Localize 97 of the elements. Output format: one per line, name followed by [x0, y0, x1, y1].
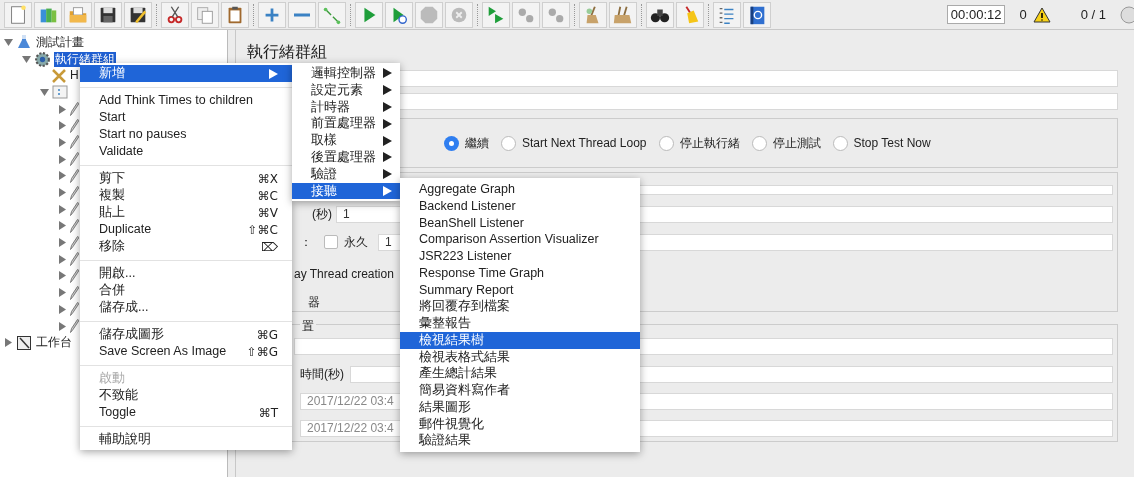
radio-label: 繼續: [465, 135, 489, 152]
radio-button[interactable]: [501, 135, 516, 151]
controller-icon: [52, 84, 68, 101]
menu-item[interactable]: 彙整報告: [400, 315, 640, 332]
panel-title: 執行緒群組: [247, 42, 328, 62]
menu-item[interactable]: 檢視表格式結果: [400, 348, 640, 366]
toolbar-button[interactable]: [743, 1, 771, 28]
delay-thread-creation-label: ay Thread creation: [294, 266, 394, 283]
menu-item[interactable]: 新增: [80, 65, 292, 82]
gear-icon: [34, 50, 51, 68]
scheduler-label: 器: [308, 294, 320, 311]
expand-arrow-icon[interactable]: [58, 304, 67, 314]
menu-item[interactable]: 輔助說明: [80, 431, 292, 448]
expand-arrow-icon[interactable]: [58, 121, 67, 131]
menu-item[interactable]: JSR223 Listener: [400, 248, 640, 265]
radio-button[interactable]: [444, 135, 459, 151]
expand-arrow-icon[interactable]: [58, 204, 67, 214]
checkbox-label: 永久: [344, 234, 368, 251]
shortcut-label: ⌘C: [257, 187, 278, 205]
collapse-arrow-icon[interactable]: [40, 87, 49, 97]
menu-item[interactable]: 前置處理器: [292, 115, 400, 133]
expand-arrow-icon[interactable]: [58, 271, 67, 281]
radio-button[interactable]: [832, 135, 848, 151]
menu-item[interactable]: 驗證: [292, 165, 400, 183]
shortcut-label: ⇧⌘C: [247, 221, 278, 239]
menu-item[interactable]: 計時器: [292, 98, 400, 116]
ramp-up-label: (秒): [312, 206, 332, 223]
menu-item[interactable]: 貼上 ⌘V: [80, 204, 292, 221]
expand-arrow-icon[interactable]: [58, 321, 67, 331]
menu-item[interactable]: 開啟...: [80, 265, 292, 282]
menu-item[interactable]: 儲存成圖形 ⌘G: [80, 326, 292, 343]
shortcut-label: ⌘G: [256, 326, 278, 344]
menu-item[interactable]: Save Screen As Image ⇧⌘G: [80, 343, 292, 360]
checkbox[interactable]: [324, 235, 338, 249]
radio-button[interactable]: [751, 135, 767, 151]
expand-arrow-icon[interactable]: [58, 221, 67, 231]
shortcut-label: ⌦: [261, 238, 278, 256]
radio-label: 停止執行緒: [679, 135, 740, 152]
menu-item[interactable]: 接聽: [292, 182, 400, 200]
menu-item[interactable]: Aggregate Graph: [400, 181, 640, 198]
duration-label: 時間(秒): [300, 366, 344, 383]
flask-icon: [16, 34, 32, 51]
toolbar-button[interactable]: [646, 1, 674, 28]
menu-item[interactable]: Response Time Graph: [400, 264, 640, 282]
expand-arrow-icon[interactable]: [58, 254, 67, 264]
menu-item[interactable]: 剪下 ⌘X: [80, 170, 292, 187]
expand-arrow-icon[interactable]: [58, 171, 67, 181]
error-count: 0: [1019, 5, 1027, 24]
menu-item[interactable]: 將回覆存到檔案: [400, 298, 640, 315]
collapse-arrow-icon[interactable]: [22, 54, 31, 64]
expand-arrow-icon[interactable]: [58, 137, 67, 147]
warning-icon: [1032, 6, 1051, 23]
menu-item[interactable]: 儲存成...: [80, 299, 292, 316]
radio-label: Stop Test Now: [853, 135, 931, 152]
radio-button[interactable]: [658, 135, 674, 151]
radio-label: Start Next Thread Loop: [522, 135, 647, 152]
collapse-arrow-icon[interactable]: [4, 37, 13, 47]
notebook-icon: [16, 334, 32, 351]
menu-item[interactable]: 合併: [80, 282, 292, 299]
menu-item[interactable]: Add Think Times to children: [80, 92, 292, 109]
expand-arrow-icon[interactable]: [58, 288, 67, 298]
shortcut-label: ⌘V: [257, 204, 278, 222]
shortcut-label: ⌘T: [258, 404, 278, 422]
expand-arrow-icon[interactable]: [58, 238, 67, 248]
menu-item[interactable]: 移除 ⌦: [80, 238, 292, 255]
menu-item[interactable]: 邏輯控制器: [292, 65, 400, 82]
menu-item[interactable]: 後置處理器: [292, 149, 400, 166]
expand-arrow-icon[interactable]: [4, 338, 13, 348]
elapsed-time: 00:00:12: [946, 5, 1006, 24]
menu-item[interactable]: Start: [80, 109, 292, 126]
menu-item[interactable]: 複製 ⌘C: [80, 187, 292, 204]
menu-item[interactable]: 檢視結果樹: [400, 331, 640, 349]
expand-arrow-icon[interactable]: [58, 188, 67, 198]
tools-icon: [52, 68, 66, 83]
menu-item[interactable]: Summary Report: [400, 281, 640, 299]
shortcut-label: ⇧⌘G: [246, 343, 278, 361]
menu-item[interactable]: Start no pauses: [80, 126, 292, 143]
menu-item[interactable]: 不致能: [80, 387, 292, 404]
expand-arrow-icon[interactable]: [58, 104, 67, 114]
menu-item[interactable]: Duplicate ⇧⌘C: [80, 221, 292, 238]
radio-label: 停止測試: [772, 135, 821, 152]
menu-item[interactable]: 產生總計結果: [400, 365, 640, 382]
loop-count-label: ：: [300, 234, 312, 251]
tree-item[interactable]: H: [69, 68, 80, 84]
minus-icon: [294, 12, 310, 17]
menu-item[interactable]: 取樣: [292, 132, 400, 149]
menu-item[interactable]: 設定元素: [292, 81, 400, 99]
tree-item[interactable]: 測試計畫: [35, 34, 85, 50]
toolbar-button[interactable]: [94, 1, 122, 28]
tree-item[interactable]: 工作台: [35, 335, 73, 351]
toolbar-button[interactable]: [124, 1, 152, 28]
menu-item[interactable]: Toggle ⌘T: [80, 404, 292, 421]
expand-arrow-icon[interactable]: [58, 154, 67, 164]
menu-item[interactable]: Comparison Assertion Visualizer: [400, 231, 640, 248]
menu-item[interactable]: Validate: [80, 143, 292, 160]
shortcut-label: ⌘X: [257, 170, 278, 188]
active-threads: 0 / 1: [1080, 5, 1106, 24]
